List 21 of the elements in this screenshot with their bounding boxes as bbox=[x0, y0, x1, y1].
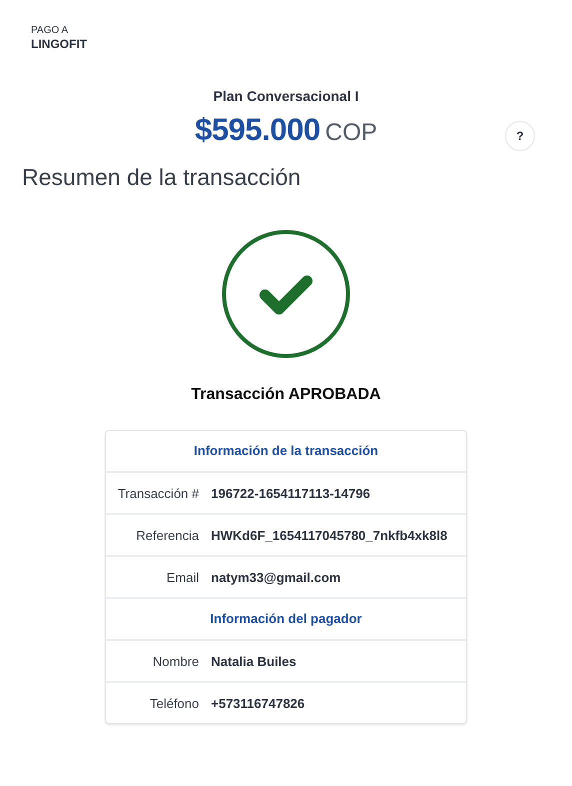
field-value: Natalia Builes bbox=[211, 654, 296, 668]
field-label: Email bbox=[165, 570, 199, 584]
field-label: Transacción # bbox=[116, 486, 199, 500]
field-label: Referencia bbox=[135, 528, 199, 542]
field-label: Nombre bbox=[152, 654, 199, 668]
section-heading: Resumen de la transacción bbox=[22, 164, 302, 191]
check-circle-icon bbox=[221, 229, 351, 359]
field-label: Teléfono bbox=[148, 696, 199, 710]
table-section-title: Información del pagador bbox=[106, 599, 466, 641]
status-text: Transacción APROBADA bbox=[191, 386, 381, 404]
field-value: HWKd6F_1654117045780_7nkfb4xk8l8 bbox=[211, 528, 448, 542]
help-button[interactable]: ? bbox=[505, 121, 535, 151]
product-title: Plan Conversacional I bbox=[213, 88, 359, 104]
currency-label: COP bbox=[325, 119, 378, 147]
field-value: natym33@gmail.com bbox=[211, 570, 341, 584]
field-value: +573116747826 bbox=[211, 696, 305, 710]
merchant-name: LINGOFIT bbox=[31, 37, 88, 52]
merchant-label: PAGO A bbox=[31, 24, 70, 37]
price-amount: $595.000 bbox=[194, 112, 320, 148]
table-section-title: Información de la transacción bbox=[106, 431, 466, 473]
field-value: 196722-1654117113-14796 bbox=[211, 486, 370, 500]
